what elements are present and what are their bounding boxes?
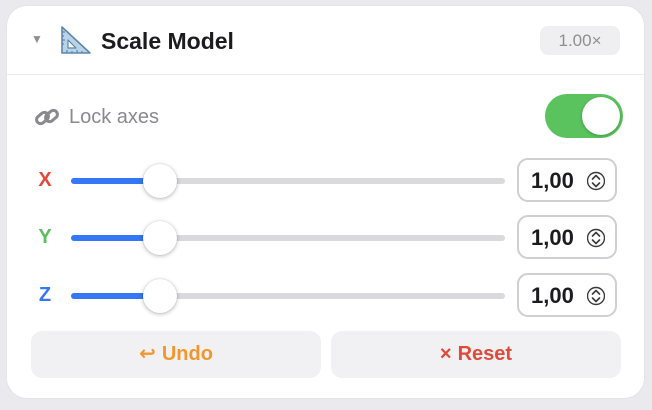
axis-label-y: Y [38, 226, 52, 248]
stepper-value-y[interactable]: 1,00 [531, 226, 574, 250]
stepper-value-z[interactable]: 1,00 [531, 284, 574, 308]
panel-header[interactable]: ▼ Scale Model 1.00× [7, 6, 644, 75]
undo-icon: ↩ [139, 343, 156, 365]
stepper-arrows-icon[interactable] [586, 170, 606, 192]
slider-z[interactable] [71, 293, 505, 299]
axis-row-z: Z 1,00 [7, 272, 644, 318]
close-icon: × [439, 343, 452, 365]
link-icon [33, 104, 61, 130]
slider-thumb-x[interactable] [143, 164, 177, 198]
panel-title: Scale Model [101, 28, 234, 54]
axis-row-y: Y 1,00 [7, 214, 644, 260]
stepper-x[interactable]: 1,00 [517, 158, 617, 202]
stepper-z[interactable]: 1,00 [517, 273, 617, 317]
axis-label-x: X [38, 169, 52, 191]
stepper-y[interactable]: 1,00 [517, 215, 617, 259]
lock-axes-row: Lock axes [7, 94, 644, 138]
stepper-arrows-icon[interactable] [586, 285, 606, 307]
slider-thumb-z[interactable] [143, 279, 177, 313]
undo-button[interactable]: ↩ Undo [31, 331, 321, 378]
triangle-ruler-icon [59, 24, 93, 56]
slider-x[interactable] [71, 178, 505, 184]
axis-row-x: X 1,00 [7, 157, 644, 203]
stepper-arrows-icon[interactable] [586, 227, 606, 249]
reset-button[interactable]: × Reset [331, 331, 621, 378]
slider-thumb-y[interactable] [143, 221, 177, 255]
axis-label-z: Z [38, 284, 52, 306]
lock-axes-toggle[interactable] [545, 94, 623, 138]
scale-model-panel: ▼ Scale Model 1.00× Lock axes X 1,00 Y 1… [7, 6, 644, 398]
scale-badge: 1.00× [540, 26, 620, 55]
lock-axes-label: Lock axes [69, 106, 160, 128]
undo-label: Undo [161, 343, 213, 365]
reset-label: Reset [457, 343, 513, 365]
slider-y[interactable] [71, 235, 505, 241]
toggle-knob[interactable] [582, 97, 620, 135]
stepper-value-x[interactable]: 1,00 [531, 169, 574, 193]
chevron-down-icon[interactable]: ▼ [31, 32, 45, 46]
